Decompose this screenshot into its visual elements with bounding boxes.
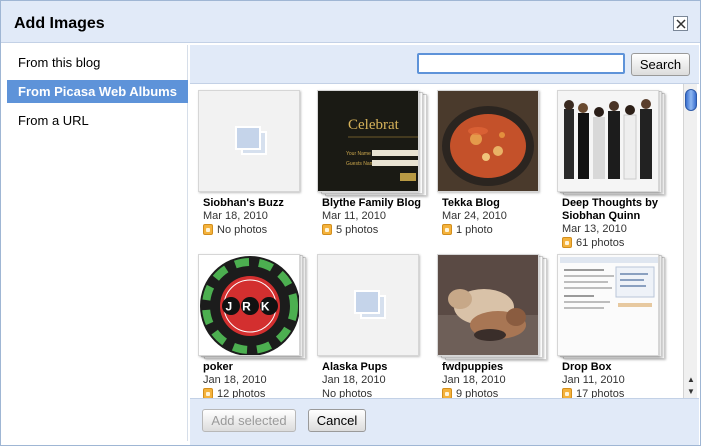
- source-sidebar: From this blog From Picasa Web Albums Fr…: [7, 45, 188, 441]
- album-thumbnail: [437, 254, 549, 360]
- screenshot-image: [558, 255, 658, 355]
- album-date: Mar 24, 2010: [442, 210, 507, 222]
- album-thumbnail: Celebrat Your Name Guests Name: [317, 90, 429, 196]
- lock-icon: [442, 224, 452, 235]
- album-thumbnail: [317, 254, 429, 360]
- picasa-panel: Search Siobhan's Buzz Mar 18, 2010 No ph…: [190, 45, 699, 445]
- add-images-dialog: Add Images From this blog From Picasa We…: [0, 0, 701, 446]
- svg-text:Your Name: Your Name: [346, 151, 371, 157]
- album-cover-placeholder: [198, 90, 300, 192]
- lock-icon: [562, 388, 572, 398]
- album-name: Blythe Family Blog: [322, 197, 422, 209]
- search-button[interactable]: Search: [631, 53, 690, 76]
- food-bowl-image: [438, 91, 538, 191]
- album-name: Alaska Pups: [322, 361, 388, 373]
- album-count-row: 12 photos: [203, 388, 266, 399]
- album-name: Tekka Blog: [442, 197, 500, 209]
- album-grid: Siobhan's Buzz Mar 18, 2010 No photos Ce…: [190, 83, 699, 399]
- sidebar-item-url[interactable]: From a URL: [7, 109, 188, 132]
- dialog-title: Add Images: [14, 15, 105, 32]
- album-tile[interactable]: Drop Box Jan 11, 2010 17 photos: [557, 254, 675, 399]
- album-count-row: No photos: [203, 224, 267, 237]
- album-count: 61 photos: [576, 237, 625, 249]
- album-tile[interactable]: fwdpuppies Jan 18, 2010 9 photos: [437, 254, 555, 399]
- close-icon: [676, 19, 686, 29]
- album-thumbnail: [437, 90, 549, 196]
- sidebar-item-this-blog[interactable]: From this blog: [7, 51, 188, 74]
- sidebar-item-label: From this blog: [18, 55, 101, 70]
- album-count: 17 photos: [576, 388, 625, 399]
- album-date: Mar 11, 2010: [322, 210, 387, 222]
- album-name: Deep Thoughts by Siobhan Quinn: [562, 197, 658, 222]
- album-tile[interactable]: Tekka Blog Mar 24, 2010 1 photo: [437, 90, 555, 248]
- album-tile[interactable]: Celebrat Your Name Guests Name Blythe Fa…: [317, 90, 435, 248]
- scroll-down-arrow-icon[interactable]: ▼: [685, 386, 697, 398]
- album-date: Jan 18, 2010: [322, 374, 386, 386]
- album-name: fwdpuppies: [442, 361, 504, 373]
- lock-icon: [322, 224, 332, 235]
- album-tile[interactable]: JRK poker Jan 18, 2010 12 photos: [198, 254, 316, 399]
- album-count-row: 5 photos: [322, 224, 378, 237]
- album-thumbnail: JRK: [198, 254, 310, 360]
- album-tile[interactable]: Deep Thoughts by Siobhan Quinn Mar 13, 2…: [557, 90, 675, 250]
- search-input[interactable]: [417, 53, 625, 74]
- album-cover: [557, 90, 659, 192]
- album-name: Siobhan's Buzz: [203, 197, 284, 209]
- album-tile[interactable]: Siobhan's Buzz Mar 18, 2010 No photos: [198, 90, 316, 248]
- close-button[interactable]: [673, 16, 688, 31]
- cancel-button[interactable]: Cancel: [308, 409, 366, 432]
- lock-icon: [203, 388, 213, 398]
- lock-icon: [203, 224, 213, 235]
- album-name: poker: [203, 361, 233, 373]
- lock-icon: [562, 237, 572, 248]
- album-date: Jan 11, 2010: [562, 374, 625, 386]
- album-cover: [557, 254, 659, 356]
- album-name: Drop Box: [562, 361, 612, 373]
- scroll-up-arrow-icon[interactable]: ▲: [685, 374, 697, 386]
- scrollbar-thumb[interactable]: [685, 89, 697, 111]
- image-placeholder-icon: [235, 126, 267, 155]
- dialog-footer: Add selected Cancel: [190, 401, 699, 445]
- album-thumbnail: [557, 90, 669, 196]
- album-cover: Celebrat Your Name Guests Name: [317, 90, 419, 192]
- image-placeholder-icon: [354, 290, 386, 319]
- album-cover: [437, 254, 539, 356]
- album-count: 12 photos: [217, 388, 266, 399]
- album-cover: [437, 90, 539, 192]
- album-count: No photos: [217, 224, 268, 236]
- album-count-row: No photos: [322, 388, 373, 399]
- album-count: 9 photos: [456, 388, 499, 399]
- album-date: Mar 13, 2010: [562, 223, 627, 235]
- album-count: 1 photo: [456, 224, 493, 236]
- album-date: Jan 18, 2010: [442, 374, 506, 386]
- album-date: Mar 18, 2010: [203, 210, 268, 222]
- chip-letters: JRK: [226, 300, 280, 314]
- sidebar-item-label: From a URL: [18, 113, 89, 128]
- album-count: 5 photos: [336, 224, 379, 236]
- puppies-image: [438, 255, 538, 355]
- sidebar-item-picasa[interactable]: From Picasa Web Albums: [7, 80, 188, 103]
- album-tile[interactable]: Alaska Pups Jan 18, 2010 No photos: [317, 254, 435, 399]
- album-count-row: 9 photos: [442, 388, 499, 399]
- dialog-titlebar: Add Images: [1, 1, 700, 43]
- album-count-row: 61 photos: [562, 237, 624, 250]
- lock-icon: [442, 388, 452, 398]
- album-count: No photos: [322, 388, 373, 399]
- album-cover-placeholder: [317, 254, 419, 356]
- album-cover: JRK: [198, 254, 300, 356]
- cover-script-text: Celebrat: [348, 117, 400, 133]
- invitation-cover-image: Celebrat Your Name Guests Name: [318, 91, 418, 191]
- album-count-row: 17 photos: [562, 388, 625, 399]
- album-thumbnail: [557, 254, 669, 360]
- album-date: Jan 18, 2010: [203, 374, 267, 386]
- group-photo-image: [558, 91, 658, 191]
- add-selected-button[interactable]: Add selected: [202, 409, 296, 432]
- album-grid-scrollbar[interactable]: ▲ ▼: [683, 84, 697, 398]
- poker-chip-image: JRK: [199, 255, 299, 355]
- album-thumbnail: [198, 90, 310, 196]
- sidebar-item-label: From Picasa Web Albums: [18, 84, 177, 99]
- album-count-row: 1 photo: [442, 224, 493, 237]
